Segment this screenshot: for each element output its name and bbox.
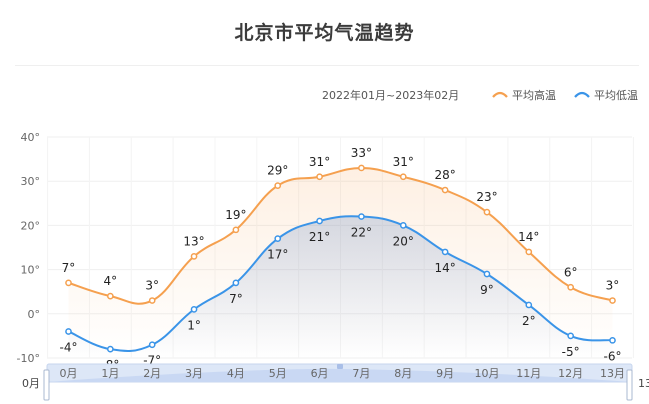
- data-label-high: 31°: [393, 155, 414, 169]
- data-point-low[interactable]: [358, 213, 365, 220]
- data-label-low: 21°: [309, 230, 330, 244]
- y-tick-label: -10°: [17, 352, 40, 365]
- data-label-low: 17°: [267, 248, 288, 262]
- data-point-high[interactable]: [567, 283, 575, 291]
- data-label-high: 7°: [62, 261, 76, 275]
- data-label-low: 14°: [434, 261, 455, 275]
- data-point-high[interactable]: [441, 186, 449, 194]
- y-tick-label: 40°: [21, 131, 41, 144]
- data-label-low: 22°: [351, 226, 372, 240]
- x-tick-label: 11月: [516, 367, 541, 380]
- data-point-high[interactable]: [609, 297, 616, 304]
- data-label-low: -6°: [604, 349, 622, 363]
- data-label-high: 4°: [104, 274, 118, 288]
- data-label-high: 6°: [564, 265, 578, 279]
- datazoom-start-label: 0月: [22, 377, 40, 390]
- data-label-low: 1°: [187, 318, 201, 332]
- data-point-low[interactable]: [106, 345, 114, 353]
- x-tick-label: 2月: [143, 367, 161, 380]
- data-label-high: 3°: [145, 279, 159, 293]
- x-tick-label: 12月: [558, 367, 583, 380]
- data-label-low: -4°: [60, 340, 78, 354]
- data-point-low[interactable]: [525, 301, 533, 309]
- data-label-high: 3°: [606, 279, 620, 293]
- data-label-high: 29°: [267, 164, 288, 178]
- data-point-low[interactable]: [232, 279, 240, 287]
- data-label-high: 14°: [518, 230, 539, 244]
- x-tick-label: 9月: [436, 367, 454, 380]
- datazoom-move-handle[interactable]: [337, 364, 343, 369]
- data-point-low[interactable]: [274, 235, 282, 243]
- data-point-high[interactable]: [65, 279, 72, 287]
- data-label-high: 19°: [225, 208, 246, 222]
- datazoom-handle-left[interactable]: [43, 369, 50, 401]
- data-label-high: 33°: [351, 146, 372, 160]
- y-tick-label: 20°: [21, 219, 41, 232]
- data-point-low[interactable]: [399, 222, 407, 229]
- x-tick-label: 10月: [474, 367, 499, 380]
- x-tick-label: 13月: [600, 367, 625, 380]
- data-point-low[interactable]: [441, 248, 449, 256]
- x-tick-label: 5月: [269, 367, 287, 380]
- data-label-low: 7°: [229, 292, 243, 306]
- x-tick-label: 7月: [352, 367, 370, 380]
- y-tick-label: 0°: [28, 308, 41, 321]
- data-point-low[interactable]: [316, 217, 323, 225]
- data-point-high[interactable]: [316, 173, 323, 181]
- data-point-low[interactable]: [65, 328, 72, 335]
- x-tick-label: 8月: [394, 367, 412, 380]
- x-tick-label: 4月: [227, 367, 245, 380]
- data-point-high[interactable]: [358, 164, 365, 172]
- y-tick-label: 30°: [21, 175, 41, 188]
- data-point-high[interactable]: [399, 173, 407, 181]
- data-point-high[interactable]: [232, 226, 240, 234]
- x-tick-label: 6月: [311, 367, 329, 380]
- data-label-low: 20°: [393, 234, 414, 248]
- data-point-high[interactable]: [148, 297, 156, 304]
- y-tick-label: 10°: [21, 264, 41, 277]
- data-label-high: 23°: [476, 190, 497, 204]
- x-tick-label: 3月: [185, 367, 203, 380]
- data-label-high: 31°: [309, 155, 330, 169]
- data-point-high[interactable]: [274, 182, 282, 189]
- data-point-low[interactable]: [483, 270, 491, 278]
- datazoom-end-label: 13: [638, 377, 649, 390]
- chart-card: 北京市平均气温趋势 2022年01月~2023年02月 平均高温 平均低温 40…: [0, 0, 649, 404]
- datazoom-handle-right[interactable]: [626, 369, 633, 401]
- data-point-low[interactable]: [190, 306, 198, 313]
- x-tick-label: 0月: [60, 367, 78, 380]
- data-point-high[interactable]: [525, 248, 533, 256]
- data-point-high[interactable]: [106, 292, 114, 300]
- data-label-low: 2°: [522, 314, 536, 328]
- data-point-low[interactable]: [148, 341, 156, 349]
- data-label-low: 9°: [480, 283, 494, 297]
- data-point-low[interactable]: [609, 336, 616, 344]
- data-label-high: 13°: [183, 234, 204, 248]
- x-tick-label: 1月: [101, 367, 119, 380]
- line-chart: 40° 30° 20° 10° 0° -10° 7° 4° 3° 13° 19° 29° 31° 33° 3…: [17, 131, 649, 401]
- data-label-high: 28°: [434, 168, 455, 182]
- data-point-low[interactable]: [567, 332, 575, 340]
- data-label-low: -5°: [562, 345, 580, 359]
- data-point-high[interactable]: [483, 208, 491, 216]
- data-point-high[interactable]: [190, 252, 198, 260]
